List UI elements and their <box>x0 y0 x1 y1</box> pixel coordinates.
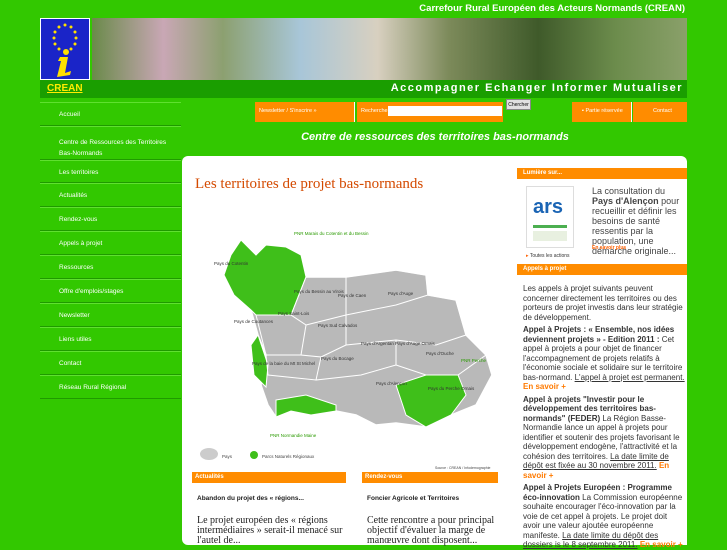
toutes-actions-link[interactable]: ▸ Toutes les actions <box>526 253 570 259</box>
appels-intro: Les appels à projet suivants peuvent con… <box>523 284 683 322</box>
legend-pnr-label: Parcs Naturels Régionaux <box>262 454 315 459</box>
sidebar-item-newsletter[interactable]: Newsletter <box>40 303 181 327</box>
sidebar-item-contact[interactable]: Contact <box>40 351 181 375</box>
map-label-ouche: Pays d'Ouche <box>426 351 454 356</box>
sidebar-item-territoires[interactable]: Les territoires <box>40 160 181 183</box>
tagline: Accompagner Echanger Informer Mutualiser <box>390 82 683 94</box>
map-label-coutances: Pays de Coutances <box>234 319 274 324</box>
map-label-cotentin: Pays du Cotentin <box>214 261 249 266</box>
appels-list: Les appels à projet suivants peuvent con… <box>523 284 685 550</box>
rendez-vous-header: Rendez-vous <box>362 472 498 483</box>
appel-1-more[interactable]: En savoir + <box>523 382 566 391</box>
actualites-box: Actualités Abandon du projet des « régio… <box>192 472 346 546</box>
appel-1-link[interactable]: L'appel à projet est permanent. <box>575 373 685 382</box>
map-label-bocage: Pays du Bocage <box>321 356 354 361</box>
map-label-argentan: Pays d'Argentan Pays d'Auge Ornais <box>361 341 436 346</box>
map-label-alencon: Pays d'Alençon <box>376 381 407 386</box>
actualites-header: Actualités <box>192 472 346 483</box>
actualites-item-body: Le projet européen des « régions intermé… <box>197 515 343 546</box>
partner-area-label: Partie réservée <box>585 108 623 114</box>
map-label-bessin: Pays du Bessin au Virois <box>294 289 344 294</box>
rendez-vous-item-body: Cette rencontre a pour principal objecti… <box>367 515 495 546</box>
sidebar-item-accueil[interactable]: Accueil <box>40 102 181 126</box>
legend-pays-label: Pays <box>222 454 233 459</box>
contact-link[interactable]: Contact <box>633 102 687 122</box>
rendez-vous-box: Rendez-vous Foncier Agricole et Territoi… <box>362 472 498 546</box>
sidebar-item-liens-utiles[interactable]: Liens utiles <box>40 327 181 351</box>
ars-text-part1: La consultation du <box>592 186 666 196</box>
ars-logo-icon: ars <box>533 196 567 241</box>
legend-pays-swatch <box>200 448 218 460</box>
map-label-pnr-perche: PNR Perche <box>461 358 487 363</box>
appel-1-title: Appel à Projets : « Ensemble, nos idées … <box>523 325 675 344</box>
site-title: Carrefour Rural Européen des Acteurs Nor… <box>419 3 685 14</box>
lumiere-header: Lumière sur... <box>517 168 687 179</box>
search-button[interactable]: Chercher <box>506 99 531 110</box>
ars-logo[interactable]: ars <box>526 186 574 248</box>
map-label-sud-calvados: Pays Sud Calvados <box>318 323 358 328</box>
sidebar-item-actualites[interactable]: Actualités <box>40 183 181 207</box>
sidebar-item-appels-projet[interactable]: Appels à projet <box>40 231 181 255</box>
sidebar-nav: Accueil Centre de Ressources des Territo… <box>40 102 181 399</box>
search-label: Recherche <box>361 108 388 114</box>
page-heading: Centre de ressources des territoires bas… <box>301 131 569 143</box>
partner-area-link[interactable]: ▪ Partie réservée <box>572 102 632 122</box>
svg-text:ars: ars <box>533 196 563 218</box>
logo-eu-i[interactable] <box>40 18 90 80</box>
actualites-item-title[interactable]: Abandon du projet des « régions... <box>197 495 346 502</box>
main-title: Les territoires de projet bas-normands <box>195 176 424 192</box>
sidebar-item-ressources[interactable]: Ressources <box>40 255 181 279</box>
appel-item-1: Appel à Projets : « Ensemble, nos idées … <box>523 325 685 392</box>
map-label-auge: Pays d'Auge <box>388 291 414 296</box>
rendez-vous-item-title[interactable]: Foncier Agricole et Territoires <box>367 495 498 502</box>
appels-header: Appels à projet <box>517 264 687 275</box>
legend-pnr-swatch <box>250 451 258 459</box>
map-label-perche-ornais: Pays du Perche Ornais <box>428 386 475 391</box>
map-label-caen: Pays de Caen <box>338 293 367 298</box>
search-input[interactable] <box>388 106 502 116</box>
ars-more-link[interactable]: En savoir plus <box>592 245 626 251</box>
map-source: Source : CREAN / Infodemographie <box>435 466 491 470</box>
sidebar-item-reseau-rural[interactable]: Réseau Rural Régional <box>40 375 181 399</box>
territories-map[interactable]: Pays du Cotentin PNR Marais du Cotentin … <box>196 215 501 465</box>
sidebar-item-centre-ressources[interactable]: Centre de Ressources des Territoires Bas… <box>40 126 181 160</box>
sidebar-item-offre-emplois[interactable]: Offre d'emplois/stages <box>40 279 181 303</box>
eu-stars-icon <box>52 23 78 77</box>
header-photo <box>92 18 687 80</box>
toutes-actions-label: Toutes les actions <box>529 253 570 259</box>
appel-item-3: Appel à Projets Européen : Programme éco… <box>523 483 685 550</box>
map-label-pnr-normandie-maine: PNR Normandie Maine <box>270 433 317 438</box>
sidebar-item-rendez-vous[interactable]: Rendez-vous <box>40 207 181 231</box>
crean-link[interactable]: CREAN <box>47 83 83 94</box>
map-label-baie-mt-st-michel: Pays de la baie du Mt St Michel <box>252 361 315 366</box>
appel-item-2: Appel à projets "Investir pour le dévelo… <box>523 395 685 481</box>
newsletter-subscribe-link[interactable]: Newsletter / S'inscrire » <box>255 102 355 122</box>
map-label-saint-lois: Pays Saint-Lois <box>278 311 310 316</box>
ars-text-bold: Pays d'Alençon <box>592 196 659 206</box>
map-label-pnr-marais: PNR Marais du Cotentin et du Bessin <box>294 231 369 236</box>
